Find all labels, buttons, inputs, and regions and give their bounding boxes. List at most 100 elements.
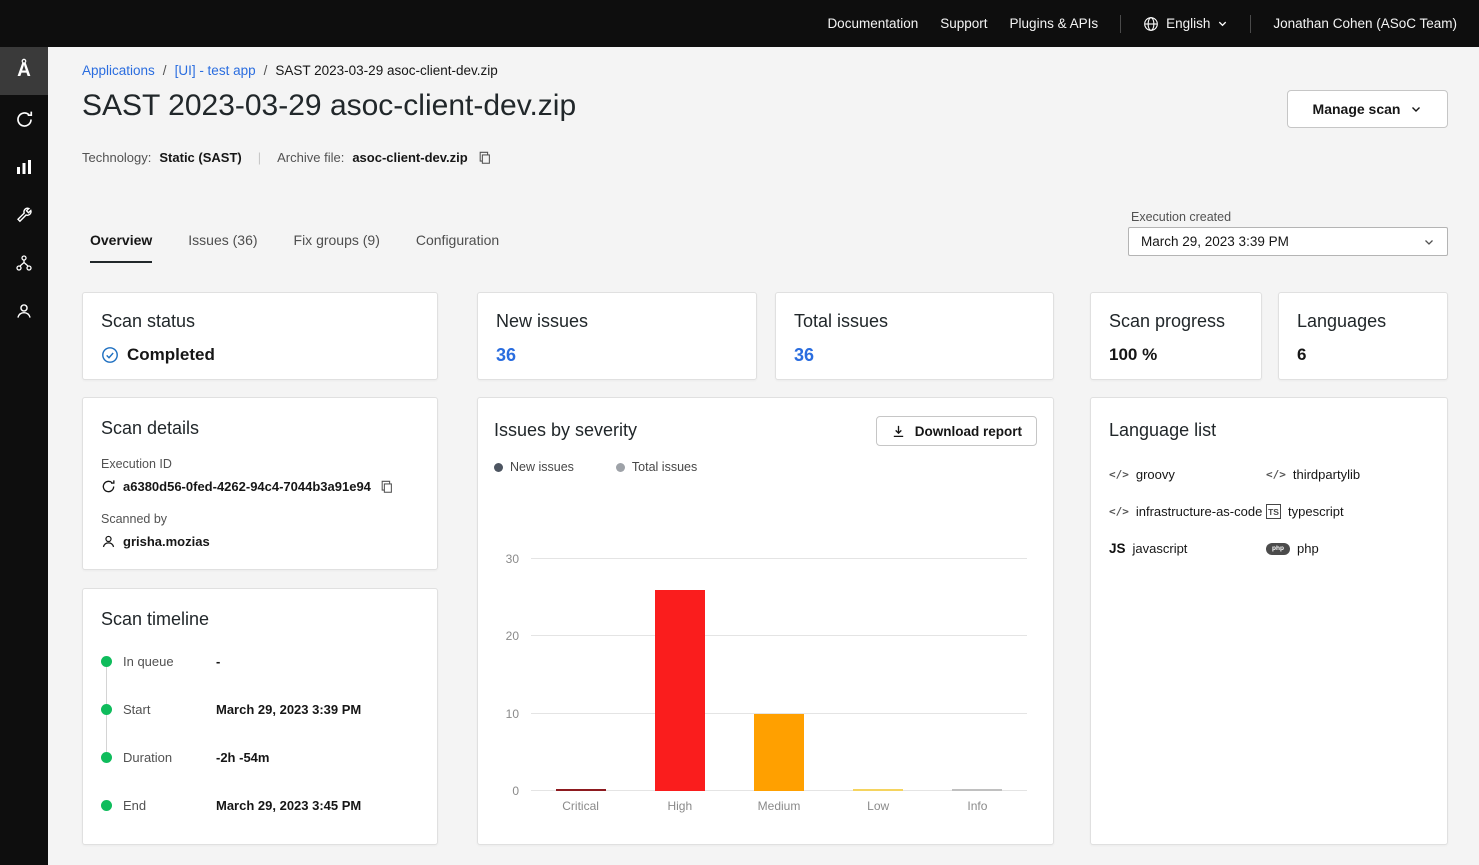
divider: | <box>258 150 261 165</box>
total-issues-title: Total issues <box>794 311 1035 332</box>
check-circle-icon <box>101 346 119 364</box>
total-issues-value: 36 <box>794 345 1035 366</box>
timeline-label: End <box>123 798 216 813</box>
language-name: typescript <box>1288 504 1344 519</box>
language-name: php <box>1297 541 1319 556</box>
topbar-link-documentation[interactable]: Documentation <box>827 16 918 31</box>
download-report-label: Download report <box>915 424 1022 439</box>
sidebar-item-profile[interactable] <box>0 287 48 335</box>
tab-overview[interactable]: Overview <box>90 232 152 263</box>
legend-dot-icon <box>494 463 503 472</box>
scan-progress-title: Scan progress <box>1109 311 1243 332</box>
timeline: In queue - Start March 29, 2023 3:39 PM … <box>101 654 419 813</box>
sidebar-item-tools[interactable] <box>0 191 48 239</box>
tab-fix-groups[interactable]: Fix groups (9) <box>294 232 380 263</box>
code-icon: </> <box>1266 468 1286 481</box>
total-issues-card: Total issues 36 <box>775 292 1054 380</box>
scan-details-title: Scan details <box>101 418 419 439</box>
manage-scan-button[interactable]: Manage scan <box>1287 90 1448 128</box>
timeline-value: - <box>216 654 220 669</box>
download-report-button[interactable]: Download report <box>876 416 1037 446</box>
topbar: Documentation Support Plugins & APIs Eng… <box>0 0 1479 47</box>
timeline-label: In queue <box>123 654 216 669</box>
scan-status-title: Scan status <box>101 311 419 332</box>
scan-details-card: Scan details Execution ID a6380d56-0fed-… <box>82 397 438 570</box>
breadcrumb-current: SAST 2023-03-29 asoc-client-dev.zip <box>275 63 497 78</box>
scan-progress-card: Scan progress 100 % <box>1090 292 1262 380</box>
copy-icon[interactable] <box>478 151 492 165</box>
code-icon: </> <box>1109 505 1129 518</box>
technology-label: Technology: <box>82 150 151 165</box>
breadcrumb-separator: / <box>163 63 167 78</box>
language-name: thirdpartylib <box>1293 467 1360 482</box>
chart-xtick-label: High <box>667 799 692 813</box>
php-icon: php <box>1266 543 1290 555</box>
chart-bar-high <box>655 590 705 791</box>
user-icon <box>101 534 116 549</box>
main-content: Applications / [UI] - test app / SAST 20… <box>48 47 1479 865</box>
language-list-card: Language list </> groovy </> thirdpartyl… <box>1090 397 1448 845</box>
languages-title: Languages <box>1297 311 1429 332</box>
breadcrumb-applications[interactable]: Applications <box>82 63 155 78</box>
timeline-row-duration: Duration -2h -54m <box>101 750 419 765</box>
chevron-down-icon <box>1410 103 1422 115</box>
user-icon <box>15 302 33 320</box>
chart-bar-critical <box>556 789 606 791</box>
tab-issues[interactable]: Issues (36) <box>188 232 257 263</box>
legend-total-issues[interactable]: Total issues <box>616 460 697 474</box>
legend-new-issues[interactable]: New issues <box>494 460 574 474</box>
scan-timeline-card: Scan timeline In queue - Start March 29,… <box>82 588 438 845</box>
timeline-row-end: End March 29, 2023 3:45 PM <box>101 798 419 813</box>
sidebar-item-appscan-home[interactable]: Å <box>0 47 48 95</box>
scan-status-card: Scan status Completed <box>82 292 438 380</box>
sidebar-item-organization[interactable] <box>0 239 48 287</box>
technology-line: Technology: Static (SAST) | Archive file… <box>82 150 492 165</box>
scan-progress-value: 100 % <box>1109 345 1243 365</box>
language-grid: </> groovy </> thirdpartylib </> infrast… <box>1109 467 1429 556</box>
archive-file-label: Archive file: <box>277 150 344 165</box>
appscan-logo-icon: Å <box>17 60 31 82</box>
legend-dot-icon <box>616 463 625 472</box>
technology-value: Static (SAST) <box>159 150 241 165</box>
chart-xtick-label: Critical <box>562 799 599 813</box>
chart-legend: New issues Total issues <box>494 460 697 474</box>
language-selector[interactable]: English <box>1143 16 1228 32</box>
chart-xtick-label: Info <box>967 799 987 813</box>
user-account[interactable]: Jonathan Cohen (ASoC Team) <box>1273 16 1457 31</box>
javascript-icon: JS <box>1109 541 1126 556</box>
timeline-label: Start <box>123 702 216 717</box>
issues-by-severity-card: Issues by severity Download report New i… <box>477 397 1054 845</box>
language-item-thirdpartylib: </> thirdpartylib <box>1266 467 1423 482</box>
severity-chart-plot: 0102030CriticalHighMediumLowInfo <box>531 559 1027 791</box>
sidebar-item-reports[interactable] <box>0 143 48 191</box>
chart-xtick-label: Low <box>867 799 889 813</box>
languages-card: Languages 6 <box>1278 292 1448 380</box>
topbar-link-support[interactable]: Support <box>940 16 987 31</box>
typescript-icon: TS <box>1266 504 1281 519</box>
scanned-by-value: grisha.mozias <box>123 534 210 549</box>
bar-chart-icon <box>15 158 33 176</box>
timeline-dot-icon <box>101 656 112 667</box>
execution-created-select[interactable]: March 29, 2023 3:39 PM <box>1128 227 1448 256</box>
execution-created-label: Execution created <box>1131 210 1231 224</box>
chevron-down-icon <box>1217 18 1228 29</box>
legend-label: New issues <box>510 460 574 474</box>
language-list-title: Language list <box>1109 420 1429 441</box>
tab-configuration[interactable]: Configuration <box>416 232 499 263</box>
execution-id-value: a6380d56-0fed-4262-94c4-7044b3a91e94 <box>123 479 371 494</box>
chart-ytick-label: 20 <box>506 629 519 643</box>
topbar-link-plugins-apis[interactable]: Plugins & APIs <box>1010 16 1099 31</box>
language-name: infrastructure-as-code <box>1136 504 1262 519</box>
timeline-label: Duration <box>123 750 216 765</box>
manage-scan-label: Manage scan <box>1313 101 1401 117</box>
sidebar-item-scans[interactable] <box>0 95 48 143</box>
scan-refresh-icon <box>15 110 34 129</box>
language-label: English <box>1166 16 1210 31</box>
breadcrumb-app[interactable]: [UI] - test app <box>175 63 256 78</box>
chart-xtick-label: Medium <box>758 799 801 813</box>
new-issues-value: 36 <box>496 345 738 366</box>
breadcrumb-separator: / <box>264 63 268 78</box>
copy-icon[interactable] <box>380 480 394 494</box>
timeline-row-start: Start March 29, 2023 3:39 PM <box>101 702 419 717</box>
language-item-groovy: </> groovy <box>1109 467 1266 482</box>
